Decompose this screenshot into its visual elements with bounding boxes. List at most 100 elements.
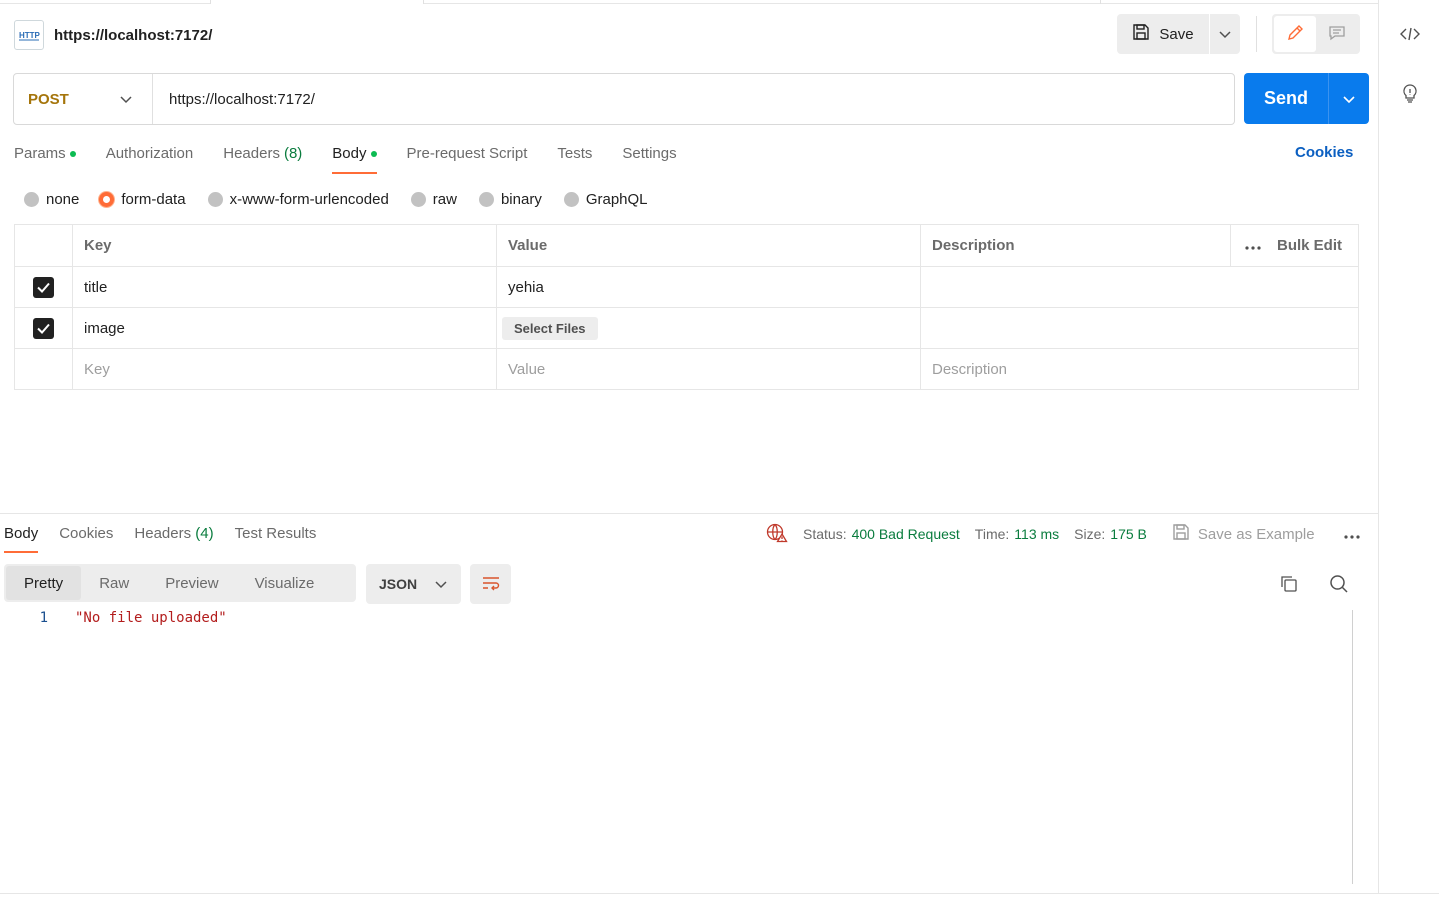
- table-row: title yehia: [15, 266, 1358, 307]
- header-description: Description: [920, 225, 1230, 266]
- view-visualize[interactable]: Visualize: [237, 566, 333, 600]
- row-description[interactable]: [920, 267, 1230, 307]
- toolbar-divider: [1256, 16, 1257, 52]
- check-icon: [37, 282, 50, 293]
- response-tab-cookies[interactable]: Cookies: [59, 519, 113, 553]
- save-icon: [1132, 23, 1150, 45]
- send-dropdown-button[interactable]: [1328, 73, 1369, 124]
- status-value: 400 Bad Request: [851, 526, 960, 542]
- comment-icon: [1328, 24, 1346, 45]
- row-value: Select Files: [496, 308, 920, 348]
- tab-label: Authorization: [105, 145, 194, 162]
- radio-none[interactable]: none: [24, 191, 79, 208]
- body-type-options: none form-data x-www-form-urlencoded raw…: [24, 189, 648, 209]
- tab-headers[interactable]: Headers (8): [223, 140, 302, 174]
- send-group: Send: [1244, 73, 1369, 124]
- save-icon: [1172, 523, 1190, 545]
- size-readout[interactable]: Size: 175 B: [1074, 526, 1147, 542]
- comment-mode-button[interactable]: [1316, 16, 1358, 52]
- header-value: Value: [496, 225, 920, 266]
- wrap-icon: [481, 575, 501, 594]
- response-body[interactable]: 1 "No file uploaded": [0, 610, 227, 626]
- tab-label: Tests: [557, 145, 593, 162]
- radio-x-www-form-urlencoded[interactable]: x-www-form-urlencoded: [207, 191, 389, 208]
- save-group: Save: [1117, 14, 1240, 54]
- response-divider[interactable]: [0, 513, 1378, 514]
- radio-circle: [563, 191, 579, 207]
- status-label: Status:: [803, 526, 847, 542]
- new-description-input[interactable]: Description: [920, 349, 1230, 389]
- tab-params[interactable]: Params: [14, 140, 76, 174]
- time-readout[interactable]: Time: 113 ms: [975, 526, 1059, 542]
- params-indicator-dot: [69, 151, 76, 157]
- code-icon[interactable]: [1398, 22, 1422, 46]
- radio-binary[interactable]: binary: [478, 191, 542, 208]
- tab-authorization[interactable]: Authorization: [106, 140, 194, 174]
- tab-body[interactable]: Body: [332, 140, 377, 174]
- bulk-edit-link[interactable]: Bulk Edit: [1277, 237, 1342, 254]
- ellipsis-icon[interactable]: [1344, 526, 1360, 542]
- save-dropdown-button[interactable]: [1209, 14, 1240, 54]
- right-sidebar: [1378, 0, 1439, 894]
- select-files-button[interactable]: Select Files: [502, 316, 598, 340]
- form-data-table: Key Value Description Bulk Edit title ye…: [14, 224, 1359, 390]
- radio-label: GraphQL: [585, 190, 648, 208]
- row-value[interactable]: yehia: [496, 267, 920, 307]
- response-tabs: Body Cookies Headers (4) Test Results: [4, 519, 316, 553]
- table-row-new: Key Value Description: [15, 348, 1358, 389]
- response-scrollbar[interactable]: [1352, 610, 1353, 884]
- request-title[interactable]: https://localhost:7172/: [54, 27, 212, 44]
- view-mode-toggle: Pretty Raw Preview Visualize: [4, 564, 356, 602]
- row-check-cell: [15, 267, 72, 307]
- url-input[interactable]: [153, 74, 1234, 124]
- view-raw[interactable]: Raw: [81, 566, 147, 600]
- tab-settings[interactable]: Settings: [622, 140, 676, 174]
- view-pretty[interactable]: Pretty: [6, 566, 82, 600]
- tab-label: Params: [14, 145, 66, 162]
- radio-form-data[interactable]: form-data: [99, 191, 186, 208]
- cookies-link[interactable]: Cookies: [1295, 144, 1353, 161]
- ellipsis-icon[interactable]: [1245, 237, 1261, 254]
- radio-raw[interactable]: raw: [410, 190, 457, 208]
- row-actions: [1230, 308, 1358, 348]
- row-key[interactable]: image: [72, 308, 496, 348]
- radio-graphql[interactable]: GraphQL: [563, 190, 648, 208]
- row-key[interactable]: title: [72, 267, 496, 307]
- edit-mode-button[interactable]: [1274, 16, 1316, 52]
- format-select[interactable]: JSON: [366, 564, 461, 604]
- radio-label: raw: [432, 190, 457, 208]
- method-select[interactable]: POST: [14, 74, 153, 124]
- tab-label: Cookies: [59, 525, 114, 542]
- search-icon[interactable]: [1328, 573, 1350, 595]
- header-check-cell: [15, 225, 72, 266]
- globe-error-icon[interactable]: [766, 523, 788, 546]
- tab-pre-request-script[interactable]: Pre-request Script: [407, 140, 528, 174]
- method-label: POST: [28, 90, 69, 108]
- tab-count: (8): [283, 145, 303, 162]
- new-key-input[interactable]: Key: [72, 349, 496, 389]
- lightbulb-icon[interactable]: [1398, 81, 1422, 105]
- new-value-input[interactable]: Value: [496, 349, 920, 389]
- response-tab-headers[interactable]: Headers (4): [134, 519, 213, 553]
- row-actions: [1230, 267, 1358, 307]
- chevron-down-icon: [435, 576, 447, 592]
- save-as-example-button[interactable]: Save as Example: [1172, 523, 1315, 545]
- send-button[interactable]: Send: [1244, 73, 1328, 124]
- tab-label: Headers: [134, 525, 192, 542]
- copy-icon[interactable]: [1278, 573, 1300, 595]
- row-checkbox[interactable]: [33, 276, 54, 298]
- status-readout[interactable]: Status: 400 Bad Request: [803, 526, 960, 542]
- header-actions: Bulk Edit: [1230, 225, 1358, 266]
- chevron-down-icon: [1219, 26, 1231, 42]
- response-tab-test-results[interactable]: Test Results: [235, 519, 317, 553]
- radio-circle: [207, 191, 223, 207]
- wrap-lines-button[interactable]: [470, 564, 511, 604]
- view-preview[interactable]: Preview: [147, 566, 236, 600]
- tab-label: Body: [332, 145, 367, 162]
- row-checkbox[interactable]: [33, 317, 54, 339]
- save-button[interactable]: Save: [1117, 14, 1209, 54]
- response-tab-body[interactable]: Body: [4, 519, 39, 553]
- tab-tests[interactable]: Tests: [557, 140, 592, 174]
- row-description[interactable]: [920, 308, 1230, 348]
- header-key: Key: [72, 225, 496, 266]
